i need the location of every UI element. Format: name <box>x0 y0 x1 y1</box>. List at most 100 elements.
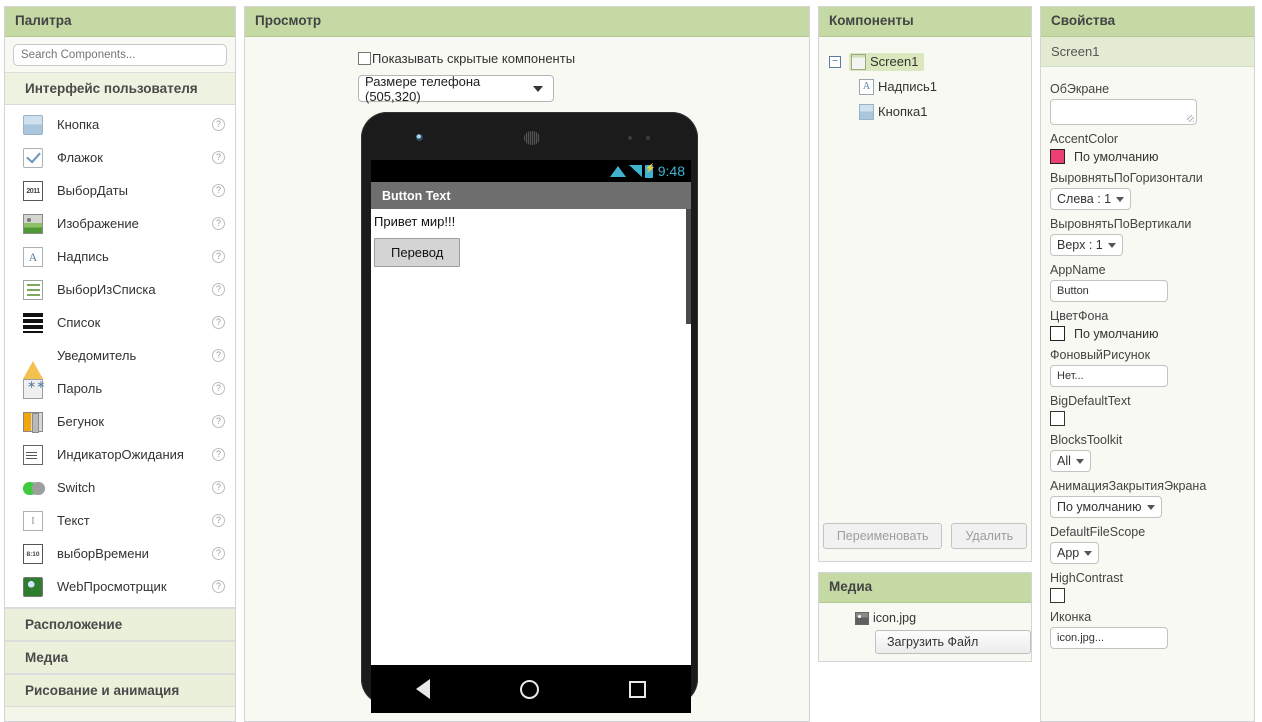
rename-button[interactable]: Переименовать <box>822 523 943 549</box>
palette-item-switch[interactable]: Switch ? <box>5 471 235 504</box>
image-file-icon <box>855 611 869 625</box>
defaultfilescope-value: App <box>1057 546 1080 560</box>
prop-field-closescreenanimation[interactable]: По умолчанию <box>1050 496 1162 518</box>
palette-item-webviewer[interactable]: WebПросмотрщик ? <box>5 570 235 603</box>
tree-row-nadpis1[interactable]: A Надпись1 <box>829 74 1031 99</box>
viewer-panel: Просмотр Показывать скрытые компоненты Р… <box>244 6 810 722</box>
palette-item-label: Надпись <box>57 249 109 264</box>
properties-panel: Свойства Screen1 ОбЭкране AccentColor По… <box>1040 6 1255 722</box>
prop-field-backgroundcolor[interactable]: По умолчанию <box>1050 326 1245 341</box>
properties-body: ОбЭкране AccentColor По умолчанию Выровн… <box>1041 67 1254 649</box>
palette-item-timepicker[interactable]: 8:10 выборВремени ? <box>5 537 235 570</box>
prop-field-accentcolor[interactable]: По умолчанию <box>1050 149 1245 164</box>
signal-icon <box>628 165 642 177</box>
prop-field-appname[interactable] <box>1050 280 1168 302</box>
home-icon[interactable] <box>520 679 539 699</box>
palette-item-image[interactable]: Изображение ? <box>5 207 235 240</box>
prop-field-align-vertical[interactable]: Верх : 1 <box>1050 234 1123 256</box>
help-icon[interactable]: ? <box>212 250 225 263</box>
tree-item-label: Кнопка1 <box>878 104 928 119</box>
palette-item-label: Бегунок <box>57 414 105 429</box>
screen-size-select[interactable]: Размере телефона (505,320) <box>358 74 554 104</box>
help-icon[interactable]: ? <box>212 349 225 362</box>
tree-row-knopka1[interactable]: Кнопка1 <box>829 99 1031 124</box>
search-components-input[interactable] <box>13 44 227 66</box>
palette-category-user-interface[interactable]: Интерфейс пользователя <box>5 72 235 105</box>
screen-canvas[interactable]: Привет мир!!! Перевод <box>371 209 691 665</box>
show-hidden-components-row[interactable]: Показывать скрытые компоненты <box>358 51 809 66</box>
help-icon[interactable]: ? <box>212 415 225 428</box>
palette-item-passwordbox[interactable]: Пароль ? <box>5 372 235 405</box>
palette-item-label: ИндикаторОжидания <box>57 447 184 462</box>
designer-button-component[interactable]: Перевод <box>374 238 461 267</box>
prop-field-highcontrast[interactable] <box>1050 588 1065 603</box>
designer-label-component[interactable]: Привет мир!!! <box>371 212 691 229</box>
help-icon[interactable]: ? <box>212 547 225 560</box>
label-icon: A <box>23 246 43 267</box>
delete-button[interactable]: Удалить <box>951 523 1028 549</box>
help-icon[interactable]: ? <box>212 118 225 131</box>
screen-scrollbar[interactable] <box>686 209 691 324</box>
tree-row-screen1[interactable]: − Screen1 <box>829 49 1031 74</box>
help-icon[interactable]: ? <box>212 217 225 230</box>
properties-title: Свойства <box>1041 7 1254 37</box>
prop-field-backgroundimage[interactable] <box>1050 365 1168 387</box>
spinner-icon <box>23 444 43 465</box>
prop-field-blockstoolkit[interactable]: All <box>1050 450 1091 472</box>
accent-color-value: По умолчанию <box>1074 149 1159 164</box>
palette-item-checkbox[interactable]: Флажок ? <box>5 141 235 174</box>
recents-icon[interactable] <box>629 680 646 698</box>
media-file-item[interactable]: icon.jpg <box>819 611 1031 625</box>
help-icon[interactable]: ? <box>212 514 225 527</box>
palette-item-notifier[interactable]: Уведомитель ? <box>5 339 235 379</box>
back-icon[interactable] <box>416 679 430 699</box>
show-hidden-components-checkbox[interactable] <box>358 52 371 65</box>
help-icon[interactable]: ? <box>212 481 225 494</box>
prop-field-defaultfilescope[interactable]: App <box>1050 542 1100 564</box>
app-titlebar[interactable]: Button Text <box>371 182 691 209</box>
palette-item-spinner[interactable]: ИндикаторОжидания ? <box>5 438 235 471</box>
passwordbox-icon <box>23 378 45 399</box>
palette-item-listview[interactable]: Список ? <box>5 306 235 339</box>
prop-label-obekrane: ОбЭкране <box>1050 82 1110 96</box>
palette-item-button[interactable]: Кнопка ? <box>5 108 235 141</box>
prop-label-blockstoolkit: BlocksToolkit <box>1050 433 1123 447</box>
viewer-title: Просмотр <box>245 7 809 37</box>
background-color-value: По умолчанию <box>1074 326 1159 341</box>
show-hidden-components-label: Показывать скрытые компоненты <box>372 51 576 66</box>
background-color-swatch[interactable] <box>1050 326 1065 341</box>
palette-item-datepicker[interactable]: 2011 ВыборДаты ? <box>5 174 235 207</box>
timepicker-icon: 8:10 <box>23 543 43 564</box>
palette-item-label[interactable]: A Надпись ? <box>5 240 235 273</box>
phone-screen[interactable]: 9:48 Button Text Привет мир!!! Перевод <box>371 160 691 665</box>
media-body: icon.jpg Загрузить Файл <box>819 603 1031 654</box>
help-icon[interactable]: ? <box>212 283 225 296</box>
help-icon[interactable]: ? <box>212 184 225 197</box>
prop-field-icon[interactable] <box>1050 627 1168 649</box>
slider-icon <box>23 411 43 433</box>
palette-component-list: Кнопка ? Флажок ? 2011 ВыборДаты ? Изобр… <box>5 105 235 608</box>
palette-item-listpicker[interactable]: ВыборИзСписка ? <box>5 273 235 306</box>
palette-category-drawing-animation[interactable]: Рисование и анимация <box>5 674 235 707</box>
help-icon[interactable]: ? <box>212 151 225 164</box>
palette-item-textbox[interactable]: I Текст ? <box>5 504 235 537</box>
help-icon[interactable]: ? <box>212 580 225 593</box>
help-icon[interactable]: ? <box>212 448 225 461</box>
prop-label-bigdefaulttext: BigDefaultText <box>1050 394 1131 408</box>
accent-color-swatch[interactable] <box>1050 149 1065 164</box>
prop-field-align-horizontal[interactable]: Слева : 1 <box>1050 188 1132 210</box>
palette-category-layout[interactable]: Расположение <box>5 608 235 641</box>
tree-item-label: Надпись1 <box>878 79 938 94</box>
palette-item-slider[interactable]: Бегунок ? <box>5 405 235 438</box>
prop-field-bigdefaulttext[interactable] <box>1050 411 1065 426</box>
upload-file-button[interactable]: Загрузить Файл <box>875 630 1031 654</box>
palette-category-media[interactable]: Медиа <box>5 641 235 674</box>
battery-icon <box>644 163 656 178</box>
help-icon[interactable]: ? <box>212 382 225 395</box>
align-vertical-value: Верх : 1 <box>1057 238 1103 252</box>
chevron-down-icon <box>533 85 543 92</box>
collapse-toggle-icon[interactable]: − <box>829 55 841 68</box>
palette-item-label: выборВремени <box>57 546 149 561</box>
prop-field-obekrane[interactable] <box>1050 99 1197 125</box>
help-icon[interactable]: ? <box>212 316 225 329</box>
